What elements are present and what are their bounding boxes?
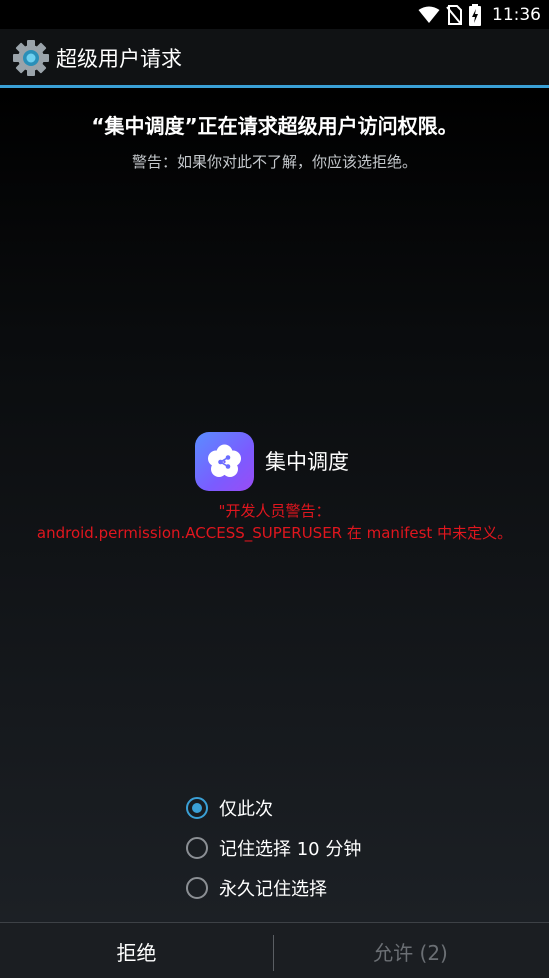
gear-icon: [13, 40, 49, 76]
radio-checked-icon[interactable]: [186, 797, 208, 819]
wifi-icon: [418, 6, 440, 23]
radio-unchecked-icon[interactable]: [186, 877, 208, 899]
radio-unchecked-icon[interactable]: [186, 837, 208, 859]
allow-button[interactable]: 允许 (2): [274, 923, 547, 978]
remember-options: 仅此次 记住选择 10 分钟 永久记住选择: [186, 788, 361, 908]
app-bar: 超级用户请求: [0, 29, 549, 85]
option-label: 记住选择 10 分钟: [219, 839, 362, 860]
app-flower-icon: [195, 431, 254, 491]
status-time: 11:36: [492, 4, 541, 25]
status-bar: 11:36: [0, 0, 549, 29]
action-bar: 拒绝 允许 (2): [0, 922, 549, 978]
option-remember-10-min[interactable]: 记住选择 10 分钟: [186, 828, 361, 868]
developer-warning-line2: android.permission.ACCESS_SUPERUSER 在 ma…: [36, 524, 513, 542]
no-sim-icon: [446, 4, 462, 25]
developer-warning-line1: "开发人员警告：: [218, 502, 331, 520]
app-bar-title: 超级用户请求: [56, 47, 182, 71]
request-warning: 警告：如果你对此不了解，你应该选拒绝。: [131, 153, 417, 171]
app-name: 集中调度: [265, 450, 349, 474]
option-remember-forever[interactable]: 永久记住选择: [186, 868, 361, 908]
option-once[interactable]: 仅此次: [186, 788, 361, 828]
option-label: 永久记住选择: [219, 879, 327, 900]
request-content: “集中调度”正在请求超级用户访问权限。 警告：如果你对此不了解，你应该选拒绝。: [0, 88, 549, 922]
developer-warning: "开发人员警告： android.permission.ACCESS_SUPER…: [0, 500, 549, 544]
battery-charging-icon: [469, 3, 481, 26]
requesting-app: 集中调度: [195, 431, 349, 491]
request-headline: “集中调度”正在请求超级用户访问权限。: [91, 114, 458, 138]
option-label: 仅此次: [219, 799, 273, 820]
deny-button[interactable]: 拒绝: [0, 923, 273, 978]
